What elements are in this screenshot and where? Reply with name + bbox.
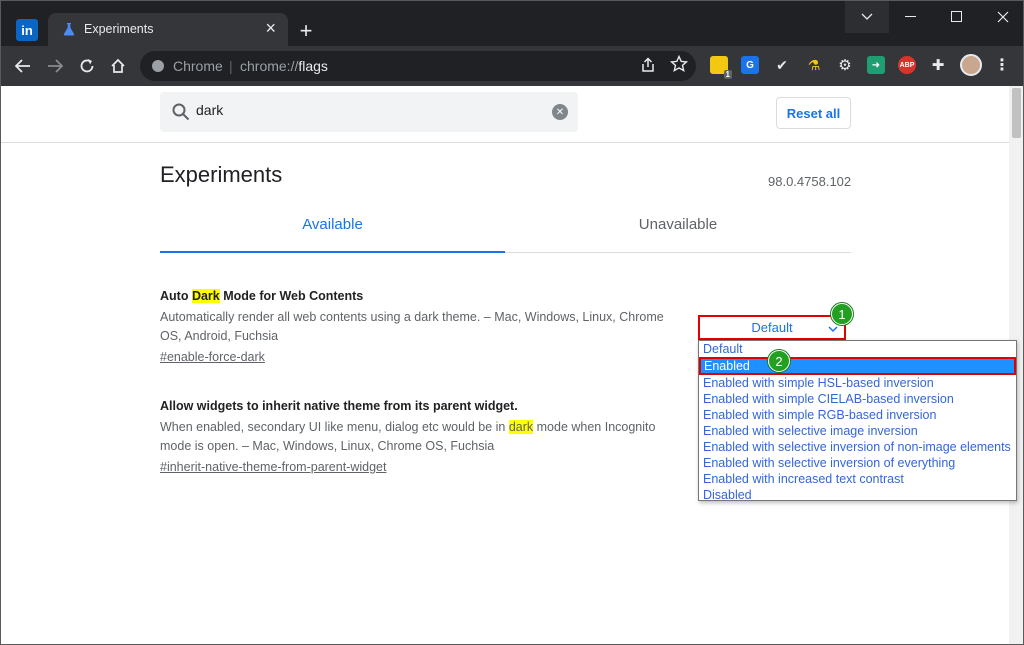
dropdown-option[interactable]: Enabled with selective image inversion — [699, 423, 1016, 439]
url-path: flags — [298, 58, 328, 74]
experiment-link[interactable]: #enable-force-dark — [160, 350, 265, 364]
minimize-icon — [905, 16, 916, 17]
experiment-title: Auto Dark Mode for Web Contents — [160, 289, 363, 303]
clear-search-icon[interactable]: ✕ — [552, 104, 568, 120]
checkmark-extension-icon[interactable]: ✔ — [773, 56, 791, 74]
experiment-link[interactable]: #inherit-native-theme-from-parent-widget — [160, 460, 386, 474]
browser-window: in Experiments × + Chrome | chrome://fla… — [0, 0, 1024, 645]
experiment-description: When enabled, secondary UI like menu, di… — [160, 418, 685, 456]
dropdown-option[interactable]: Enabled with selective inversion of non-… — [699, 439, 1016, 455]
reload-button[interactable] — [75, 54, 99, 78]
omnibox-separator: | — [229, 58, 233, 74]
translate-icon[interactable]: G — [741, 56, 759, 74]
experiment-description: Automatically render all web contents us… — [160, 308, 685, 346]
dropdown-option[interactable]: Default — [699, 341, 1016, 357]
scroll-thumb[interactable] — [1012, 88, 1021, 138]
tab-title: Experiments — [84, 22, 154, 36]
share-icon[interactable] — [640, 57, 656, 73]
close-window-button[interactable] — [981, 1, 1023, 33]
search-input[interactable] — [196, 102, 536, 118]
forward-arrow-icon — [48, 59, 63, 73]
maximize-button[interactable] — [935, 1, 979, 33]
maximize-icon — [951, 11, 962, 22]
back-arrow-icon — [15, 59, 30, 73]
url-text: chrome://flags — [240, 58, 328, 74]
extension-notes-icon[interactable]: 1 — [710, 56, 732, 79]
new-tab-button[interactable]: + — [293, 18, 319, 44]
tab-unavailable[interactable]: Unavailable — [505, 216, 851, 253]
dropdown-option[interactable]: Enabled with simple CIELAB-based inversi… — [699, 391, 1016, 407]
experiment-title: Allow widgets to inherit native theme fr… — [160, 399, 518, 413]
tab-search-button[interactable] — [845, 1, 889, 33]
search-highlight: dark — [508, 420, 534, 434]
title-text: Auto — [160, 289, 192, 303]
step-1-badge: 1 — [831, 303, 853, 325]
select-value: Default — [751, 320, 793, 335]
forward-button[interactable] — [43, 54, 67, 78]
back-button[interactable] — [11, 54, 35, 78]
bookmark-star-icon[interactable] — [670, 55, 688, 73]
version-label: 98.0.4758.102 — [768, 174, 852, 189]
dropdown-option[interactable]: Disabled — [699, 487, 1016, 503]
active-tab-indicator — [160, 251, 505, 253]
extension-badge: 1 — [723, 70, 732, 79]
chevron-down-icon — [828, 326, 838, 333]
url-scheme: chrome:// — [240, 58, 299, 74]
linkedin-pinned-tab[interactable]: in — [16, 19, 38, 41]
arrow-extension-icon[interactable]: ➜ — [867, 56, 885, 74]
flask-icon — [63, 23, 75, 36]
home-button[interactable] — [106, 54, 130, 78]
tab-experiments[interactable]: Experiments × — [48, 13, 288, 46]
minimize-button[interactable] — [889, 1, 933, 33]
step-2-badge: 2 — [768, 350, 790, 372]
close-tab-icon[interactable]: × — [265, 18, 276, 38]
dropdown-option[interactable]: Enabled with simple RGB-based inversion — [699, 407, 1016, 423]
select-dropdown-list[interactable]: Default Enabled Enabled with simple HSL-… — [698, 340, 1017, 503]
gear-extension-icon[interactable]: ⚙ — [836, 56, 854, 74]
dropdown-option[interactable]: Enabled with selective inversion of ever… — [699, 455, 1016, 471]
page-title: Experiments — [160, 162, 283, 187]
title-text: Mode for Web Contents — [219, 289, 364, 303]
flask-extension-icon[interactable]: ⚗ — [805, 56, 823, 74]
address-bar[interactable]: Chrome | chrome://flags — [140, 51, 696, 81]
tab-strip: in Experiments × + — [1, 1, 1023, 46]
dropdown-option-selected[interactable]: Enabled — [699, 357, 1016, 375]
reset-all-button[interactable]: Reset all — [776, 97, 851, 129]
home-icon — [111, 58, 125, 73]
tab-available[interactable]: Available — [160, 216, 505, 253]
experiment-state-select[interactable]: Default — [698, 315, 846, 340]
header-divider — [1, 142, 1009, 143]
profile-avatar[interactable] — [960, 54, 982, 76]
chrome-label: Chrome — [173, 58, 223, 74]
search-highlight: Dark — [191, 289, 220, 303]
chevron-down-icon — [861, 13, 873, 20]
dropdown-option[interactable]: Enabled with simple HSL-based inversion — [699, 375, 1016, 391]
reload-icon — [80, 59, 94, 73]
menu-kebab-icon[interactable]: ⋮ — [994, 55, 1010, 75]
search-box[interactable]: ✕ — [160, 92, 578, 132]
description-text: Automatically render all web contents us… — [160, 310, 664, 343]
browser-toolbar: Chrome | chrome://flags 1 G ✔ ⚗ ⚙ ➜ ABP … — [1, 46, 1023, 86]
search-icon — [172, 103, 190, 121]
adblock-plus-icon[interactable]: ABP — [898, 56, 916, 74]
chrome-icon — [152, 60, 164, 72]
description-text: When enabled, secondary UI like menu, di… — [160, 420, 509, 434]
close-icon — [997, 11, 1009, 23]
dropdown-option[interactable]: Enabled with increased text contrast — [699, 471, 1016, 487]
puzzle-extensions-icon[interactable]: ✚ — [929, 56, 947, 74]
